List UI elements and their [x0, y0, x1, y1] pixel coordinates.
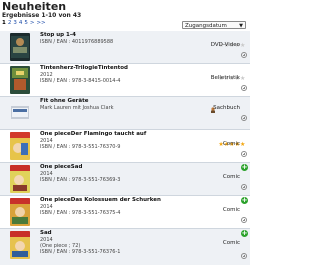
cover-image: [10, 231, 30, 259]
add-button[interactable]: +: [241, 197, 248, 204]
pagination: 1 2 3 4 5 > >>: [2, 20, 48, 26]
item-title[interactable]: Stop up 1-4: [40, 32, 76, 38]
rating-stars: ★★★★★: [218, 131, 246, 148]
page-link-2[interactable]: 2: [8, 20, 12, 26]
add-icon[interactable]: [241, 253, 247, 259]
item-title[interactable]: One pieceDas Kolossuem der Schurken: [40, 197, 161, 203]
sort-select[interactable]: Zugangsdatum ▼: [182, 21, 246, 29]
add-icon[interactable]: [241, 115, 247, 121]
item-title[interactable]: Fit ohne Geräte: [40, 98, 88, 104]
rating-stars: ★★★★★: [218, 32, 246, 49]
item-isbn: ISBN / EAN : 978-3-8415-0014-4: [40, 78, 121, 84]
cover-image: [10, 198, 30, 226]
results-count: Ergebnisse 1-10 von 43: [2, 12, 82, 19]
item-title[interactable]: One pieceSad: [40, 164, 82, 170]
cover-image: [10, 66, 30, 94]
item-title[interactable]: Sad: [40, 230, 52, 236]
item-isbn: ISBN / EAN : 978-3-551-76375-4: [40, 210, 121, 216]
sachbuch-icon: [210, 98, 216, 113]
page-last-link[interactable]: >>: [36, 20, 45, 26]
add-icon[interactable]: [241, 85, 247, 91]
page-next-link[interactable]: >: [30, 20, 35, 26]
item-isbn: ISBN / EAN : 978-3-551-76370-9: [40, 144, 121, 150]
cover-image: [10, 132, 30, 160]
item-isbn: ISBN / EAN : 978-3-551-76376-1: [40, 249, 121, 255]
chevron-down-icon: ▼: [239, 23, 243, 29]
medium-label: Comic: [222, 207, 240, 213]
item-isbn: ISBN / EAN : 4011976889588: [40, 39, 114, 45]
item-title[interactable]: One pieceDer Flamingo taucht auf: [40, 131, 146, 137]
star-icon: ★: [239, 75, 246, 82]
cover-image: [10, 165, 30, 193]
list-item[interactable]: Tintenherz-TrilogieTintentod 2012 ISBN /…: [0, 64, 250, 97]
item-title[interactable]: Tintenherz-TrilogieTintentod: [40, 65, 128, 71]
rating-stars: ★★★★★: [218, 65, 246, 82]
star-icon: ★: [239, 42, 246, 49]
cover-image: [10, 33, 30, 61]
medium-label: Sachbuch: [213, 105, 240, 111]
add-icon[interactable]: [241, 52, 247, 58]
list-item[interactable]: One pieceSad 2014 ISBN / EAN : 978-3-551…: [0, 163, 250, 196]
add-icon[interactable]: [241, 184, 247, 190]
sort-select-value: Zugangsdatum: [185, 23, 227, 29]
item-author: Mark Lauren mit Joshua Clark: [40, 105, 114, 111]
medium-label: Comic: [222, 141, 240, 147]
page-link-4[interactable]: 4: [19, 20, 23, 26]
medium-label: Belletristik: [210, 75, 240, 81]
page-link-3[interactable]: 3: [13, 20, 17, 26]
page-link-5[interactable]: 5: [24, 20, 28, 26]
cover-image: [10, 99, 30, 127]
page-link-1[interactable]: 1: [2, 20, 6, 26]
add-button[interactable]: +: [241, 230, 248, 237]
add-icon[interactable]: [241, 217, 247, 223]
add-button[interactable]: +: [241, 164, 248, 171]
medium-label: Comic: [222, 174, 240, 180]
item-isbn: ISBN / EAN : 978-3-551-76369-3: [40, 177, 121, 183]
list-item[interactable]: Stop up 1-4 ISBN / EAN : 4011976889588 ★…: [0, 31, 250, 64]
list-item[interactable]: One pieceDer Flamingo taucht auf 2014 IS…: [0, 130, 250, 163]
medium-label: DVD-Video: [210, 42, 240, 48]
list-item[interactable]: Fit ohne Geräte Mark Lauren mit Joshua C…: [0, 97, 250, 130]
add-icon[interactable]: [241, 151, 247, 157]
medium-label: Comic: [222, 240, 240, 246]
list-item[interactable]: Sad 2014 (One piece ; 72) ISBN / EAN : 9…: [0, 229, 250, 265]
list-item[interactable]: One pieceDas Kolossuem der Schurken 2014…: [0, 196, 250, 229]
star-icon: ★: [239, 141, 246, 148]
